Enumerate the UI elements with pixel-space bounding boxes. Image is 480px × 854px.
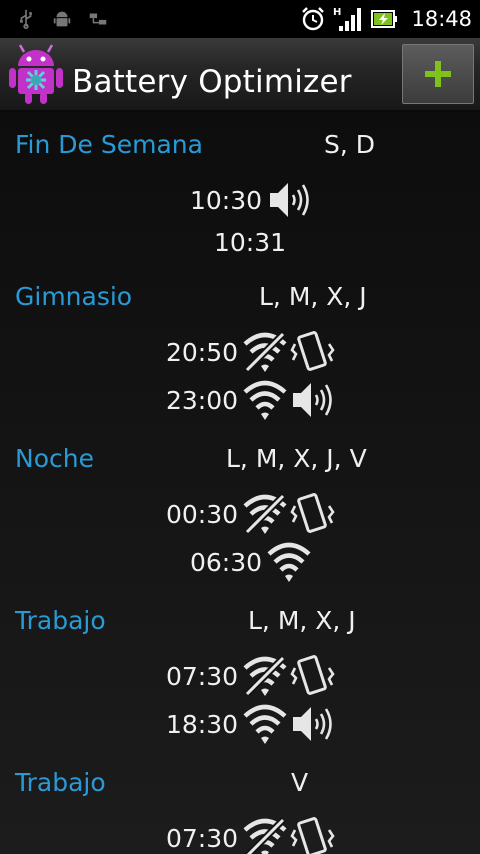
profile-name: Noche <box>15 444 94 473</box>
profile-days: V <box>291 768 309 797</box>
wifi-on-icon <box>241 702 289 746</box>
profile-list[interactable]: Fin De Semana S, D 10:30 10:31 Gimnasio … <box>0 112 480 854</box>
profile-name: Trabajo <box>15 768 106 797</box>
profile-name: Fin De Semana <box>15 130 203 159</box>
profile-item[interactable]: Fin De Semana S, D 10:30 10:31 <box>0 130 480 280</box>
notification-icons <box>14 8 110 30</box>
schedule-row: 00:30 <box>0 492 480 540</box>
signal-h-icon: H <box>333 7 362 31</box>
schedule-row: 10:31 <box>0 222 480 270</box>
network-transfer-icon <box>89 13 107 25</box>
alarm-clock-icon <box>302 7 325 31</box>
app-title: Battery Optimizer <box>72 64 352 100</box>
vibrate-icon <box>289 654 337 698</box>
wifi-on-icon <box>265 540 313 584</box>
profile-days: L, M, X, J <box>259 282 367 311</box>
profile-item[interactable]: Noche L, M, X, J, V 00:30 06:30 <box>0 444 480 604</box>
clock-time: 18:48 <box>411 7 472 31</box>
schedule-time: 10:31 <box>214 228 287 257</box>
wifi-off-icon <box>241 330 289 374</box>
schedule-time: 07:30 <box>166 662 239 691</box>
action-bar: Battery Optimizer <box>0 38 480 112</box>
schedule-time: 07:30 <box>166 824 239 853</box>
add-profile-button[interactable] <box>402 44 474 104</box>
wifi-off-icon <box>241 654 289 698</box>
wifi-off-icon <box>241 492 289 536</box>
vibrate-icon <box>289 330 337 374</box>
vibrate-icon <box>289 492 337 536</box>
schedule-time: 06:30 <box>190 548 263 577</box>
svg-text:H: H <box>333 7 341 18</box>
wifi-on-icon <box>241 378 289 422</box>
status-bar: H 18:48 <box>0 0 480 38</box>
schedule-row: 10:30 <box>0 178 480 226</box>
sound-on-icon <box>289 378 337 422</box>
system-icons: H 18:48 <box>299 4 472 34</box>
schedule-time: 18:30 <box>166 710 239 739</box>
schedule-time: 20:50 <box>166 338 239 367</box>
profile-item[interactable]: Gimnasio L, M, X, J 20:50 23:00 <box>0 282 480 442</box>
schedule-time: 10:30 <box>190 186 263 215</box>
profile-name: Gimnasio <box>15 282 133 311</box>
schedule-row: 06:30 <box>0 540 480 588</box>
android-robot-icon <box>9 44 63 104</box>
sound-on-icon <box>289 702 337 746</box>
profile-name: Trabajo <box>15 606 106 635</box>
android-debug-icon <box>53 11 71 27</box>
vibrate-icon <box>289 816 337 854</box>
usb-icon <box>20 9 33 29</box>
schedule-row: 23:00 <box>0 378 480 426</box>
plus-icon <box>425 61 451 87</box>
schedule-time: 00:30 <box>166 500 239 529</box>
schedule-row: 07:30 <box>0 654 480 702</box>
profile-item[interactable]: Trabajo L, M, X, J 07:30 18:30 <box>0 606 480 766</box>
profile-days: L, M, X, J <box>248 606 356 635</box>
profile-item[interactable]: Trabajo V 07:30 <box>0 768 480 854</box>
schedule-row: 18:30 <box>0 702 480 750</box>
profile-days: L, M, X, J, V <box>226 444 367 473</box>
profile-days: S, D <box>324 130 376 159</box>
schedule-row: 07:30 <box>0 816 480 854</box>
sound-on-icon <box>266 178 314 222</box>
schedule-row: 20:50 <box>0 330 480 378</box>
schedule-time: 23:00 <box>166 386 239 415</box>
battery-charging-icon <box>371 10 398 28</box>
wifi-off-icon <box>241 816 289 854</box>
